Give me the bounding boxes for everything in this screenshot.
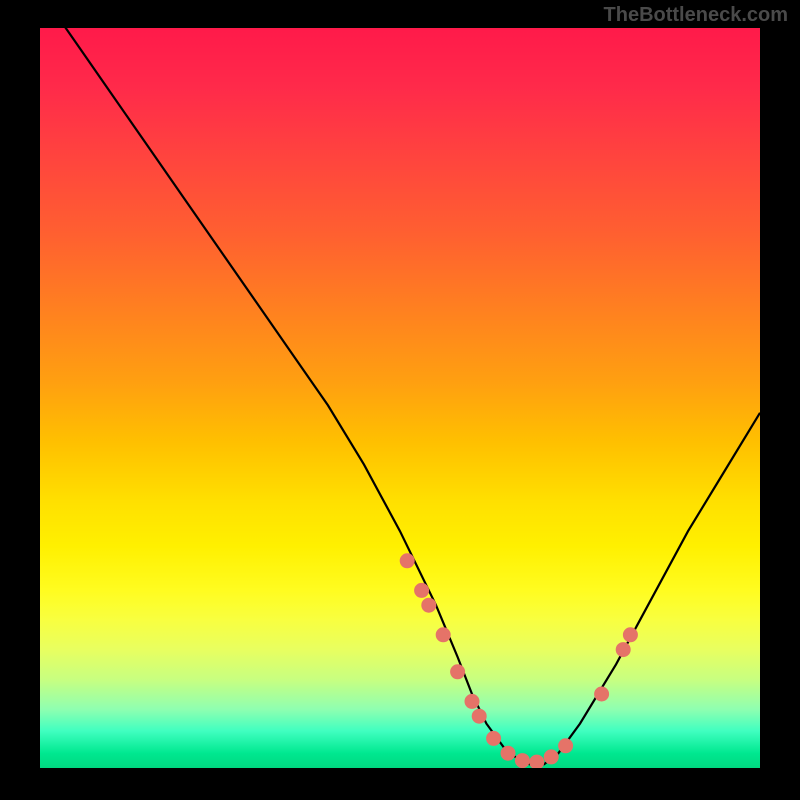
data-point [623,628,637,642]
data-point [422,598,436,612]
data-point [472,709,486,723]
data-point [501,746,515,760]
data-point [530,755,544,768]
data-point [559,739,573,753]
data-point [595,687,609,701]
data-point [436,628,450,642]
data-point [515,754,529,768]
attribution-text: TheBottleneck.com [604,4,788,27]
data-point [544,750,558,764]
data-point [465,694,479,708]
plot-area [40,28,760,768]
data-point [487,731,501,745]
chart-svg [40,28,760,768]
data-point [616,643,630,657]
bottleneck-curve [40,28,760,764]
data-point [451,665,465,679]
data-point [415,583,429,597]
scatter-points [400,554,637,768]
data-point [400,554,414,568]
